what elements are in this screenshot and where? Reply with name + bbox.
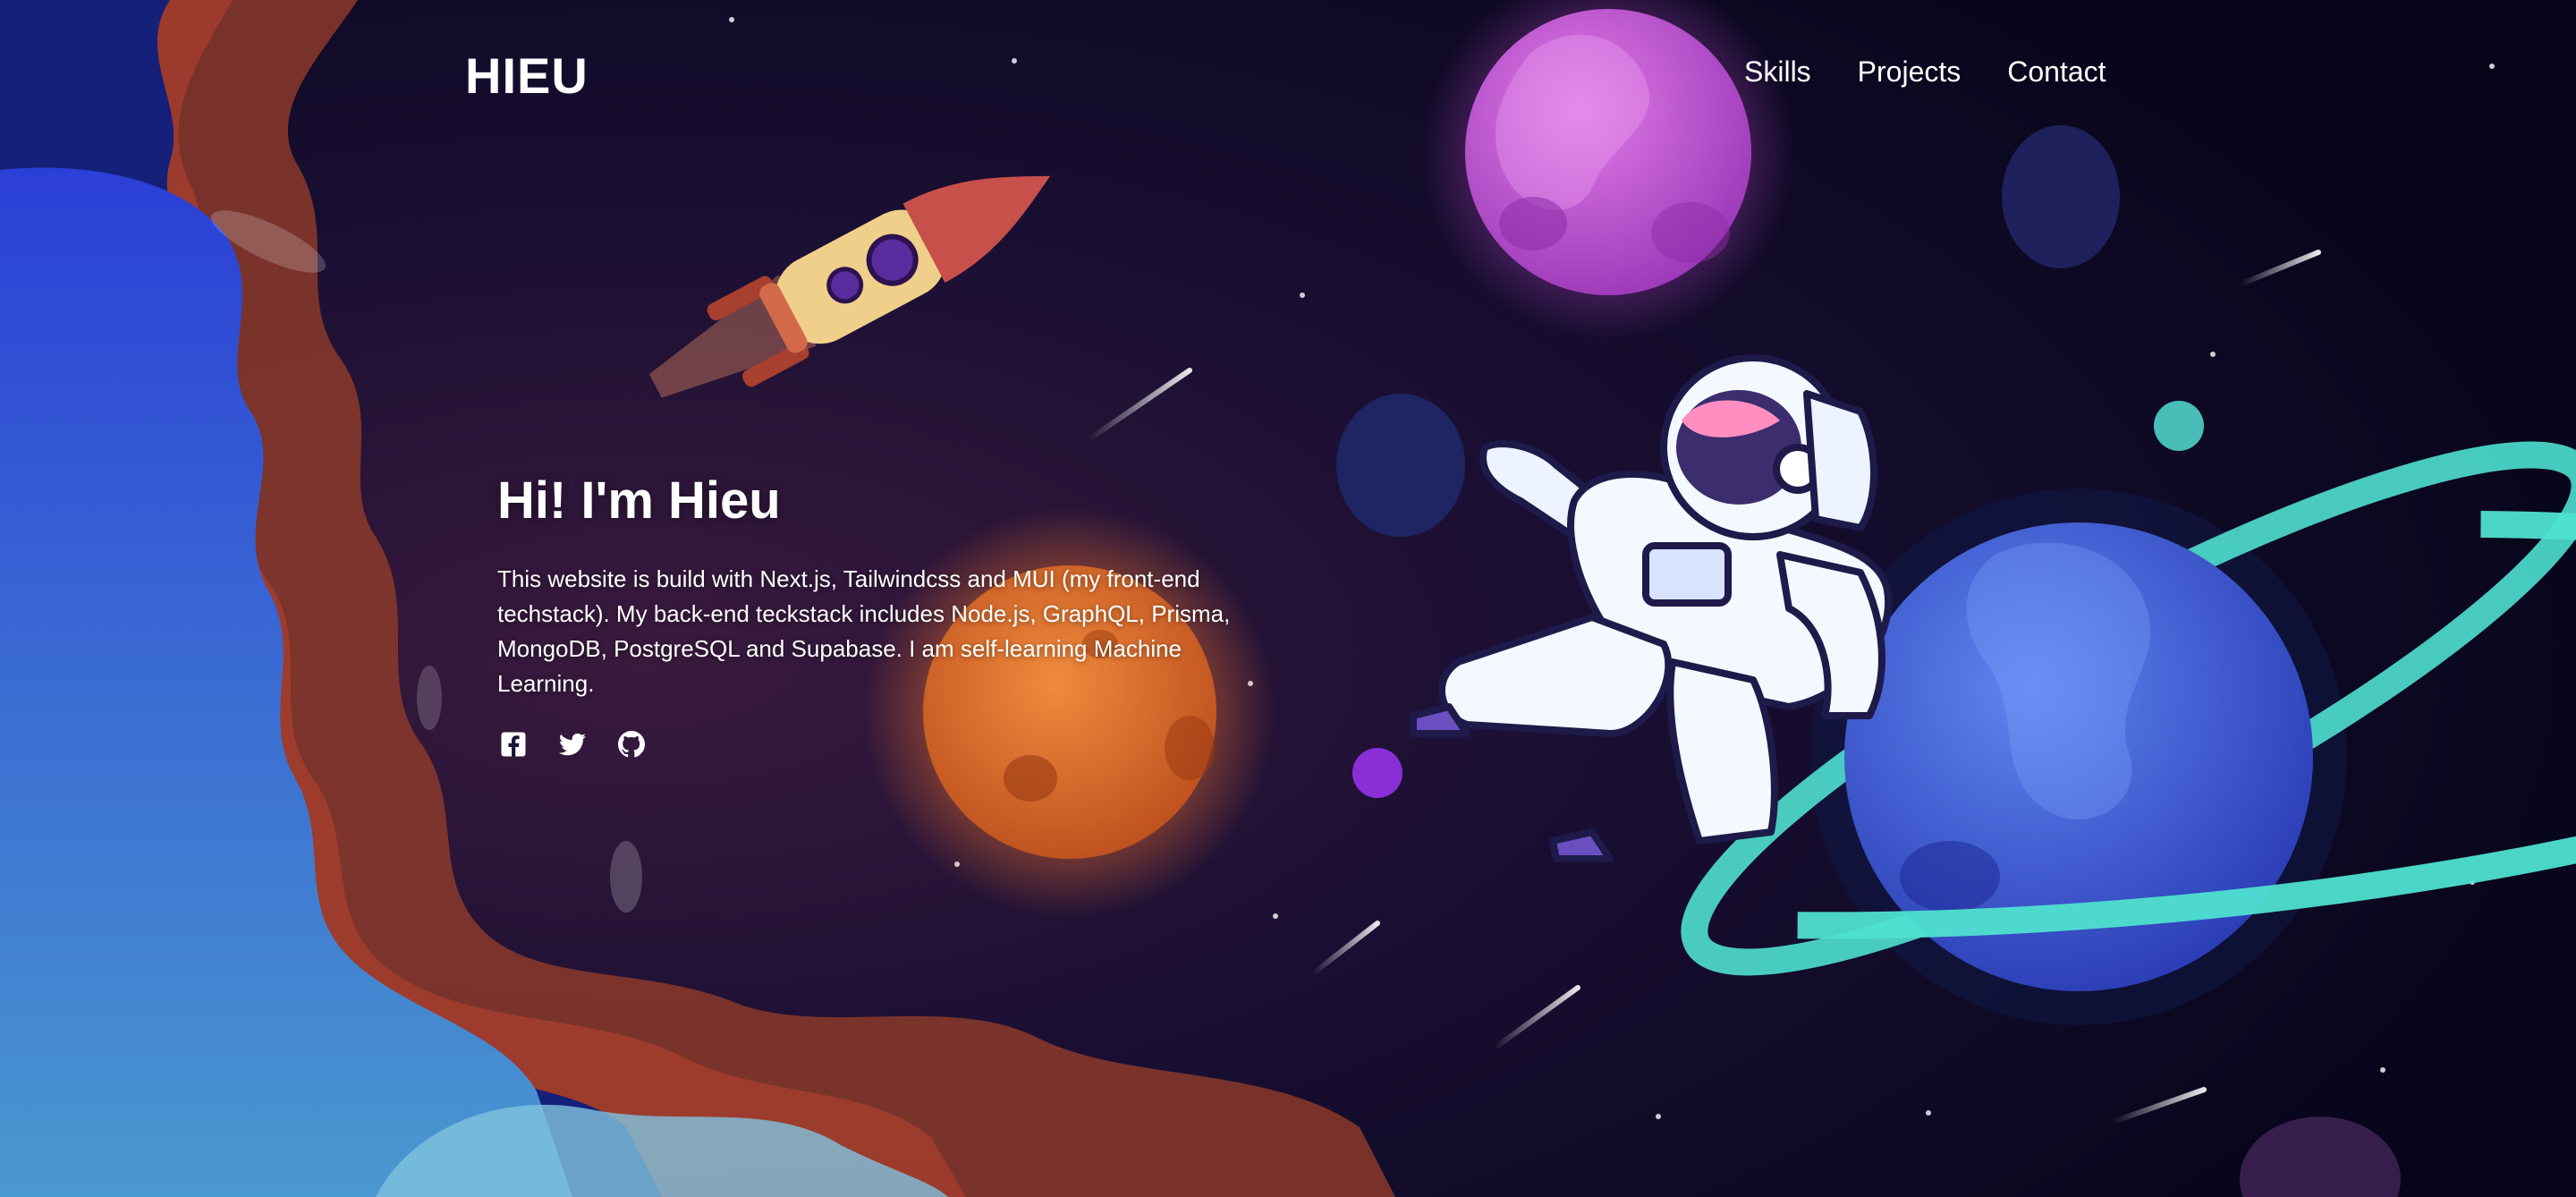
- nav-link-projects[interactable]: Projects: [1858, 55, 1962, 89]
- hero-section: Hi! I'm Hieu This website is build with …: [497, 465, 1231, 760]
- hero-description: This website is build with Next.js, Tail…: [497, 565, 1231, 697]
- social-links: [497, 728, 1231, 760]
- twitter-icon[interactable]: [556, 728, 589, 760]
- hero-title: Hi! I'm Hieu: [497, 471, 781, 530]
- nav-link-skills[interactable]: Skills: [1744, 55, 1811, 89]
- github-icon[interactable]: [615, 728, 648, 760]
- nav-links: Skills Projects Contact: [1744, 55, 2106, 89]
- navbar: HIEU Skills Projects Contact: [0, 0, 2576, 152]
- space-background-illustration: [0, 0, 2576, 1197]
- site-logo[interactable]: HIEU: [465, 47, 589, 105]
- facebook-icon[interactable]: [497, 728, 530, 760]
- nav-link-contact[interactable]: Contact: [2007, 55, 2106, 89]
